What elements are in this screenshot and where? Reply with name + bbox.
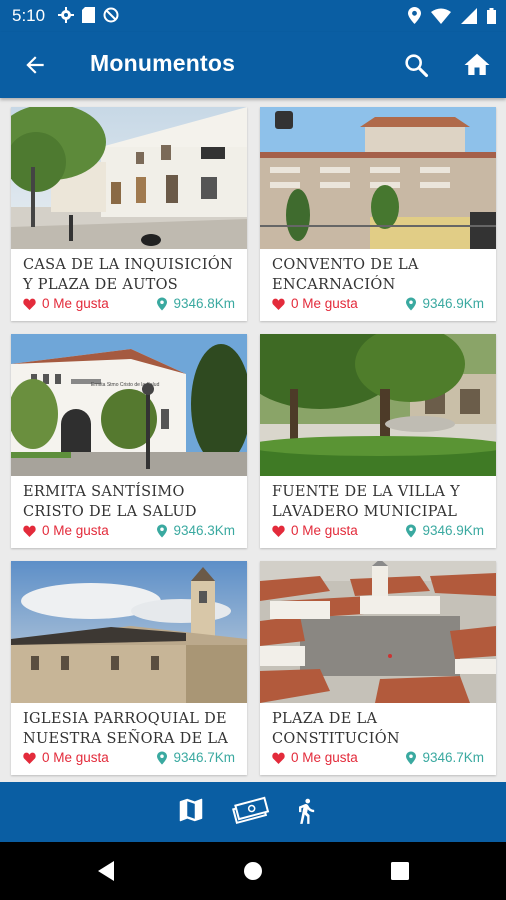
heart-icon (23, 525, 36, 537)
likes-label: 0 Me gusta (42, 750, 109, 765)
monument-name: CONVENTO DE LA ENCARNACIÓN (272, 257, 419, 293)
heart-icon (23, 298, 36, 310)
back-arrow-icon[interactable] (22, 52, 48, 78)
distance: 9346.9Km (406, 523, 484, 538)
monument-card[interactable]: CASA DE LA INQUISICIÓN Y PLAZA DE AUTOS … (11, 107, 247, 321)
location-pin-icon (157, 523, 168, 538)
battery-icon (487, 7, 496, 24)
monument-card[interactable]: CONVENTO DE LA ENCARNACIÓN 0 Me gusta 93… (260, 107, 496, 321)
distance-label: 9346.8Km (173, 296, 235, 311)
likes-count[interactable]: 0 Me gusta (23, 523, 109, 538)
distance-label: 9346.9Km (422, 296, 484, 311)
monument-grid: CASA DE LA INQUISICIÓN Y PLAZA DE AUTOS … (0, 98, 506, 782)
app-bar: Monumentos (0, 32, 506, 98)
monument-card[interactable]: PLAZA DE LA CONSTITUCIÓN 0 Me gusta 9346… (260, 561, 496, 775)
distance: 9346.3Km (157, 523, 235, 538)
distance: 9346.8Km (157, 296, 235, 311)
location-icon (408, 7, 421, 24)
likes-label: 0 Me gusta (291, 296, 358, 311)
location-pin-icon (157, 296, 168, 311)
distance-label: 9346.7Km (173, 750, 235, 765)
heart-icon (272, 525, 285, 537)
walking-icon[interactable] (292, 795, 320, 827)
distance-label: 9346.9Km (422, 523, 484, 538)
heart-icon (23, 752, 36, 764)
page-title: Monumentos (90, 50, 236, 76)
distance: 9346.7Km (406, 750, 484, 765)
map-icon[interactable] (176, 795, 206, 825)
nav-home-icon[interactable] (243, 861, 263, 881)
likes-count[interactable]: 0 Me gusta (23, 296, 109, 311)
heart-icon (272, 298, 285, 310)
bottom-bar (0, 782, 506, 842)
location-pin-icon (406, 523, 417, 538)
monument-card[interactable]: FUENTE DE LA VILLA Y LAVADERO MUNICIPAL … (260, 334, 496, 548)
no-disturb-icon (103, 7, 119, 23)
likes-label: 0 Me gusta (291, 750, 358, 765)
monument-image (260, 561, 496, 703)
monument-image: Ermita Stmo Cristo de la Salud (11, 334, 247, 476)
monument-image (260, 334, 496, 476)
location-pin-icon (157, 750, 168, 765)
distance: 9346.7Km (157, 750, 235, 765)
distance-label: 9346.7Km (422, 750, 484, 765)
likes-count[interactable]: 0 Me gusta (272, 523, 358, 538)
system-nav-bar (0, 842, 506, 900)
monument-image (11, 107, 247, 249)
likes-label: 0 Me gusta (291, 523, 358, 538)
location-pin-icon (406, 296, 417, 311)
monument-image (260, 107, 496, 249)
monument-image (11, 561, 247, 703)
monument-name: PLAZA DE LA CONSTITUCIÓN (272, 711, 400, 747)
distance-label: 9346.3Km (173, 523, 235, 538)
wifi-icon (431, 8, 451, 24)
location-pin-icon (406, 750, 417, 765)
monument-card[interactable]: Ermita Stmo Cristo de la Salud ERMITA SA… (11, 334, 247, 548)
sd-card-icon (82, 7, 95, 23)
status-bar: 5:10 (0, 0, 506, 32)
signal-icon (461, 7, 477, 24)
likes-count[interactable]: 0 Me gusta (272, 296, 358, 311)
likes-label: 0 Me gusta (42, 523, 109, 538)
nav-back-icon[interactable] (96, 860, 116, 882)
distance: 9346.9Km (406, 296, 484, 311)
status-time: 5:10 (12, 6, 46, 25)
nav-recents-icon[interactable] (391, 862, 409, 880)
monument-name: CASA DE LA INQUISICIÓN Y PLAZA DE AUTOS (23, 257, 234, 293)
money-icon[interactable] (230, 795, 270, 825)
monument-card[interactable]: IGLESIA PARROQUIAL DE NUESTRA SEÑORA DE … (11, 561, 247, 775)
monument-name: FUENTE DE LA VILLA Y LAVADERO MUNICIPAL (272, 484, 461, 520)
likes-label: 0 Me gusta (42, 296, 109, 311)
settings-icon (58, 7, 74, 23)
search-icon[interactable] (402, 51, 430, 79)
monument-name: ERMITA SANTÍSIMO CRISTO DE LA SALUD (23, 484, 197, 520)
likes-count[interactable]: 0 Me gusta (272, 750, 358, 765)
heart-icon (272, 752, 285, 764)
home-icon[interactable] (462, 50, 492, 80)
likes-count[interactable]: 0 Me gusta (23, 750, 109, 765)
monument-name: IGLESIA PARROQUIAL DE NUESTRA SEÑORA DE … (23, 711, 229, 747)
